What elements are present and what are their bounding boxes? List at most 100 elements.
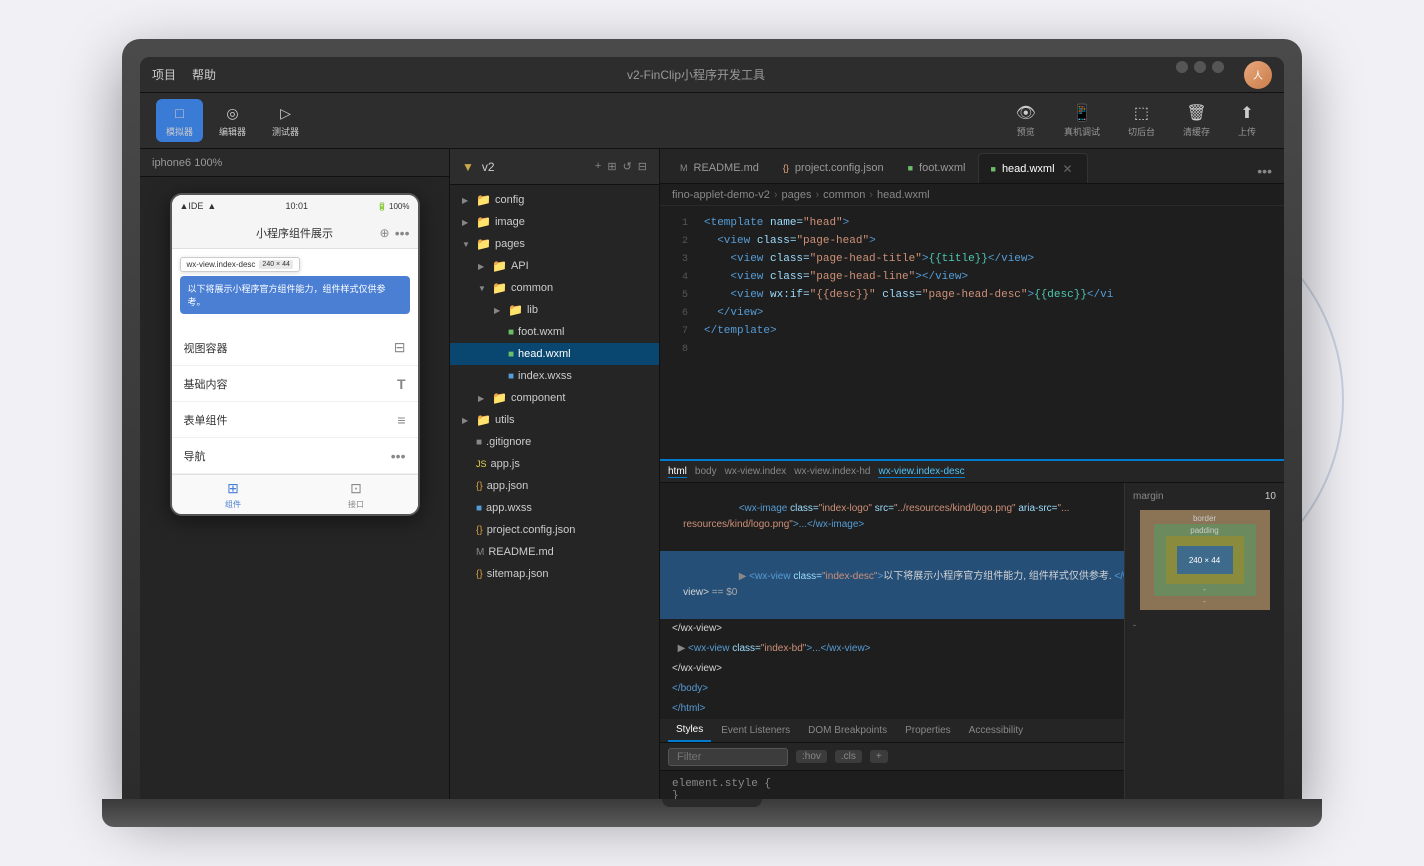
user-avatar[interactable]: 人	[1244, 61, 1272, 89]
simulate-button[interactable]: □ 模拟器	[156, 99, 203, 142]
tree-item-app-wxss[interactable]: ■ app.wxss	[450, 497, 659, 519]
minimize-button[interactable]	[1176, 61, 1188, 73]
nav-item-0[interactable]: 视图容器 ⊟	[172, 330, 418, 366]
collapse-icon[interactable]: ⊟	[638, 160, 647, 173]
tree-item-gitignore[interactable]: ■ .gitignore	[450, 431, 659, 453]
dom-tab-wx-view-index-hd[interactable]: wx-view.index-hd	[794, 466, 870, 477]
tab-project-label: project.config.json	[795, 162, 884, 174]
tree-item-lib[interactable]: ▶ 📁 lib	[450, 299, 659, 321]
file-tree-panel: ▼ v2 + ⊞ ↺ ⊟ ▶	[450, 149, 660, 799]
element-tooltip: wx-view.index-desc 240 × 44	[180, 257, 410, 272]
cut-backend-action[interactable]: ⬚ 切后台	[1116, 99, 1167, 142]
tab-properties[interactable]: Properties	[897, 720, 959, 742]
phone-tab-interface[interactable]: ⊡ 接口	[348, 480, 364, 510]
tab-event-listeners[interactable]: Event Listeners	[713, 720, 798, 742]
nav-item-icon-2: ≡	[397, 412, 405, 428]
tab-accessibility[interactable]: Accessibility	[961, 720, 1031, 742]
nav-item-3[interactable]: 导航 •••	[172, 438, 418, 474]
preview-label: 预览	[1017, 125, 1035, 138]
tree-item-app-json[interactable]: {} app.json	[450, 475, 659, 497]
code-editor[interactable]: 1 <template name="head"> 2 <view class="…	[660, 206, 1284, 459]
tree-item-pages[interactable]: ▼ 📁 pages	[450, 233, 659, 255]
folder-icon: 📁	[476, 215, 491, 229]
file-icon: {}	[476, 481, 483, 492]
element-panel-tabs: Styles Event Listeners DOM Breakpoints P…	[660, 719, 1124, 743]
nav-item-2[interactable]: 表单组件 ≡	[172, 402, 418, 438]
tab-styles[interactable]: Styles	[668, 720, 711, 742]
tab-project-config[interactable]: {} project.config.json	[771, 153, 896, 183]
tree-item-readme[interactable]: M README.md	[450, 541, 659, 563]
tab-foot-wxml[interactable]: ■ foot.wxml	[896, 153, 978, 183]
filter-tag-cls[interactable]: .cls	[835, 750, 862, 763]
upload-action[interactable]: ⬆ 上传	[1226, 99, 1268, 142]
source-line-5: </wx-view>	[660, 659, 1124, 679]
code-line-7: 7 </template>	[660, 322, 1284, 340]
code-main: 1 <template name="head"> 2 <view class="…	[660, 206, 1284, 459]
tab-readme-label: README.md	[694, 162, 759, 174]
upload-icon: ⬆	[1240, 103, 1253, 123]
phone-title-expand[interactable]: ⊕	[379, 226, 389, 240]
style-rule-element: element.style { }	[660, 775, 1124, 799]
highlighted-text: 以下将展示小程序官方组件能力，组件样式仅供参考。	[188, 284, 386, 307]
tree-item-project-config[interactable]: {} project.config.json	[450, 519, 659, 541]
breadcrumb-sep-0: ›	[774, 189, 778, 201]
nav-item-1[interactable]: 基础内容 T	[172, 366, 418, 402]
tab-dom-breakpoints[interactable]: DOM Breakpoints	[800, 720, 895, 742]
editor-tab-bar: M README.md {} project.config.json ■ foo…	[660, 149, 1284, 184]
styles-filter-input[interactable]	[668, 748, 788, 766]
new-folder-icon[interactable]: ⊞	[607, 160, 616, 173]
tree-item-sitemap[interactable]: {} sitemap.json	[450, 563, 659, 585]
tree-item-config[interactable]: ▶ 📁 config	[450, 189, 659, 211]
tree-item-app-js[interactable]: JS app.js	[450, 453, 659, 475]
tab-head-wxml[interactable]: ■ head.wxml ✕	[978, 153, 1088, 183]
expand-icon: ▶	[478, 262, 488, 271]
real-device-action[interactable]: 📱 真机调试	[1052, 99, 1112, 142]
tree-item-foot-wxml[interactable]: ■ foot.wxml	[450, 321, 659, 343]
refresh-icon[interactable]: ↺	[623, 160, 632, 173]
code-line-4: 4 <view class="page-head-line"></view>	[660, 268, 1284, 286]
tree-item-utils[interactable]: ▶ 📁 utils	[450, 409, 659, 431]
tab-head-label: head.wxml	[1002, 163, 1055, 175]
expand-icon: ▼	[462, 240, 472, 249]
tab-head-close[interactable]: ✕	[1061, 162, 1075, 176]
content-box: 240 × 44	[1177, 546, 1233, 574]
tree-item-component[interactable]: ▶ 📁 component	[450, 387, 659, 409]
item-name: app.js	[491, 458, 520, 470]
dom-tab-wx-view-index[interactable]: wx-view.index	[725, 466, 787, 477]
file-icon: M	[476, 547, 484, 558]
preview-action[interactable]: 👁 预览	[1004, 99, 1048, 142]
tab-more-button[interactable]: •••	[1253, 159, 1276, 183]
border-label: border	[1193, 514, 1216, 523]
new-file-icon[interactable]: +	[595, 160, 601, 173]
expand-icon: ▶	[462, 196, 472, 205]
dom-tab-body[interactable]: body	[695, 466, 717, 477]
tree-item-image[interactable]: ▶ 📁 image	[450, 211, 659, 233]
tab-readme[interactable]: M README.md	[668, 153, 771, 183]
filter-tag-hov[interactable]: :hov	[796, 750, 827, 763]
debug-button[interactable]: ▷ 测试器	[262, 99, 309, 142]
clear-cache-action[interactable]: 🗑 清缓存	[1171, 99, 1222, 142]
phone-tab-components[interactable]: ⊞ 组件	[225, 480, 241, 510]
maximize-button[interactable]	[1194, 61, 1206, 73]
menu-help[interactable]: 帮助	[192, 66, 216, 83]
phone-frame: ▲IDE ▲ 10:01 🔋 100%	[170, 193, 420, 516]
dom-tab-html[interactable]: html	[668, 466, 687, 478]
tree-item-head-wxml[interactable]: ■ head.wxml	[450, 343, 659, 365]
phone-title-bar: 小程序组件展示 ••• ⊕	[172, 217, 418, 249]
close-button[interactable]	[1212, 61, 1224, 73]
tree-item-api[interactable]: ▶ 📁 API	[450, 255, 659, 277]
content-size-label: 240 × 44	[1189, 556, 1220, 565]
dom-tab-wx-view-index-desc[interactable]: wx-view.index-desc	[878, 466, 964, 478]
padding-box: 240 × 44	[1166, 536, 1244, 584]
tree-item-index-wxss[interactable]: ■ index.wxss	[450, 365, 659, 387]
editor-button[interactable]: ◎ 编辑器	[209, 99, 256, 142]
real-device-label: 真机调试	[1064, 125, 1100, 138]
file-icon: ■	[508, 349, 514, 360]
menu-project[interactable]: 项目	[152, 66, 176, 83]
filter-tag-plus[interactable]: +	[870, 750, 888, 763]
phone-title-dots[interactable]: •••	[395, 225, 410, 241]
tree-item-common[interactable]: ▼ 📁 common	[450, 277, 659, 299]
item-name: foot.wxml	[518, 326, 564, 338]
app-title: v2-FinClip小程序开发工具	[216, 66, 1176, 83]
phone-preview-panel: iphone6 100% ▲IDE ▲ 10:01	[140, 149, 450, 799]
